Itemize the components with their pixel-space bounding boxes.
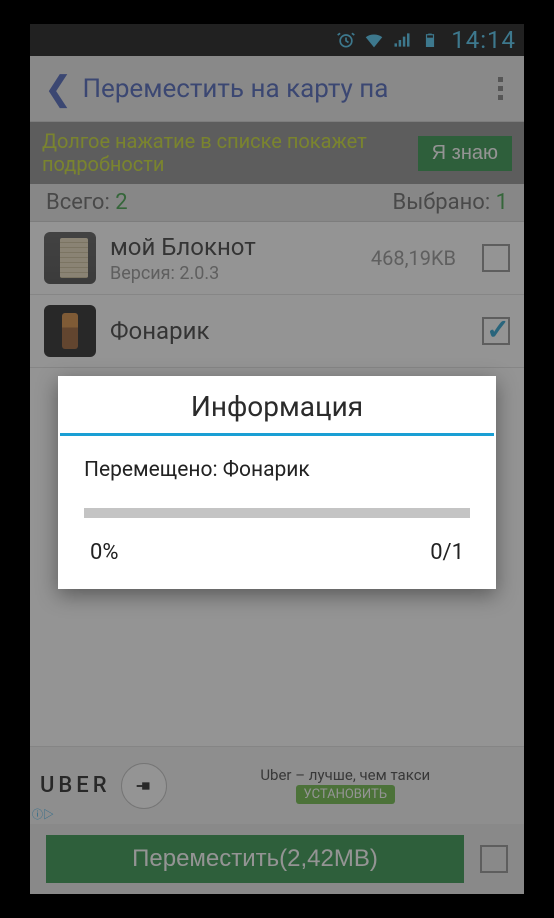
- progress-bar: [84, 508, 470, 518]
- dialog-title: Информация: [58, 376, 496, 433]
- progress-percent: 0%: [90, 540, 118, 565]
- dialog-message: Перемещено: Фонарик: [84, 458, 470, 482]
- progress-dialog: Информация Перемещено: Фонарик 0% 0/1: [58, 376, 496, 589]
- progress-count: 0/1: [430, 540, 464, 565]
